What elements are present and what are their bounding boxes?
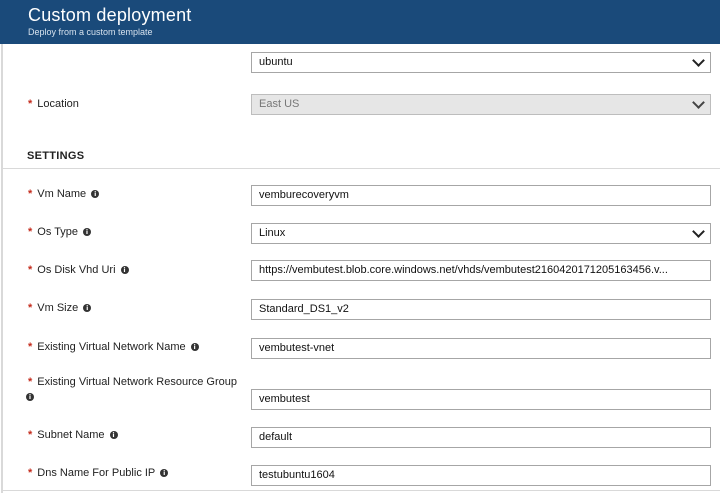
info-icon[interactable]: i — [160, 469, 169, 477]
required-marker: * — [28, 376, 33, 388]
existing-vnet-name-input[interactable]: vembutest-vnet — [251, 338, 711, 359]
required-marker: * — [28, 264, 33, 276]
os-type-label: * Os Type i — [28, 226, 92, 238]
info-icon[interactable]: i — [190, 343, 199, 351]
os-disk-vhd-uri-label: * Os Disk Vhd Uri i — [28, 264, 129, 276]
info-icon[interactable]: i — [26, 393, 34, 401]
required-marker: * — [28, 226, 33, 238]
required-marker: * — [28, 98, 33, 110]
subnet-name-label: * Subnet Name i — [28, 429, 118, 441]
required-marker: * — [28, 467, 33, 479]
info-icon[interactable]: i — [120, 266, 129, 274]
info-icon[interactable]: i — [83, 304, 92, 312]
image-select-value: ubuntu — [259, 56, 293, 68]
required-marker: * — [28, 429, 33, 441]
subnet-name-input[interactable]: default — [251, 427, 711, 448]
location-select-value: East US — [259, 98, 300, 110]
os-type-select[interactable]: Linux — [251, 223, 711, 244]
dns-name-label: * Dns Name For Public IP i — [28, 467, 169, 479]
blade-subtitle: Deploy from a custom template — [28, 27, 153, 37]
section-divider — [3, 168, 720, 169]
vm-name-input[interactable]: vemburecoveryvm — [251, 185, 711, 206]
dns-name-input[interactable]: testubuntu1604 — [251, 465, 711, 486]
existing-vnet-rg-input[interactable]: vembutest — [251, 389, 711, 410]
required-marker: * — [28, 188, 33, 200]
required-marker: * — [28, 302, 33, 314]
blade-title: Custom deployment — [28, 5, 192, 25]
chevron-down-icon — [692, 54, 705, 67]
image-select[interactable]: ubuntu — [251, 52, 711, 73]
info-icon[interactable]: i — [109, 431, 118, 439]
location-label: * Location — [28, 98, 79, 110]
vm-name-label: * Vm Name i — [28, 188, 100, 200]
location-select[interactable]: East US — [251, 94, 711, 115]
chevron-down-icon — [692, 96, 705, 109]
vm-size-input[interactable]: Standard_DS1_v2 — [251, 299, 711, 320]
os-type-select-value: Linux — [259, 227, 286, 239]
chevron-down-icon — [692, 225, 705, 238]
info-icon[interactable]: i — [83, 228, 92, 236]
vm-size-label: * Vm Size i — [28, 302, 92, 314]
info-icon[interactable]: i — [91, 190, 100, 198]
settings-section-title: SETTINGS — [27, 150, 85, 162]
blade-header: Custom deployment Deploy from a custom t… — [0, 0, 720, 44]
bottom-divider — [3, 490, 720, 491]
os-disk-vhd-uri-input[interactable]: https://vembutest.blob.core.windows.net/… — [251, 260, 711, 281]
existing-vnet-rg-label: * Existing Virtual Network Resource Group — [28, 376, 237, 388]
existing-vnet-name-label: * Existing Virtual Network Name i — [28, 341, 199, 353]
blade-left-border — [1, 44, 3, 493]
required-marker: * — [28, 341, 33, 353]
